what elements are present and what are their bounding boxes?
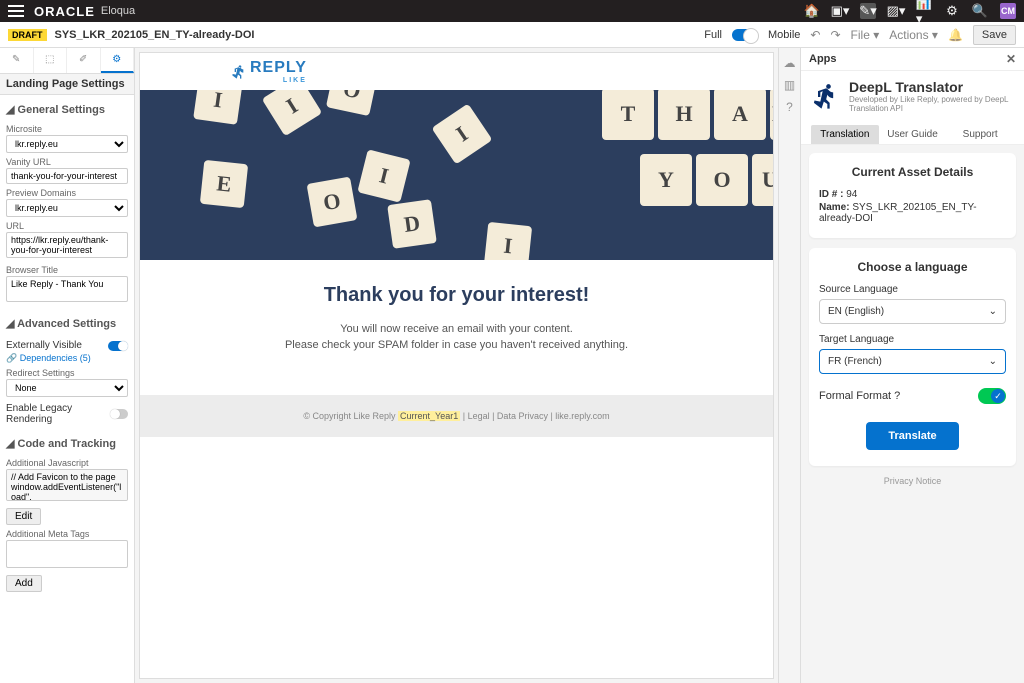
choose-language-title: Choose a language <box>819 260 1006 274</box>
redo-icon[interactable]: ↷ <box>830 28 840 42</box>
full-label: Full <box>704 29 722 41</box>
apps-panel: Apps ✕ DeepL Translator Developed by Lik… <box>800 48 1024 683</box>
panel-title: Landing Page Settings <box>0 74 134 95</box>
tab-user-guide[interactable]: User Guide <box>879 125 947 144</box>
source-language-label: Source Language <box>819 284 1006 295</box>
redirect-select[interactable]: None <box>6 379 128 397</box>
privacy-link[interactable]: Privacy Notice <box>809 476 1016 486</box>
advanced-settings-head[interactable]: ◢ Advanced Settings <box>6 313 128 334</box>
formal-toggle[interactable] <box>978 388 1006 404</box>
top-bar: ORACLE Eloqua 🏠 ▣▾ ✎▾ ▨▾ 📊▾ ⚙ 🔍 CM <box>0 0 1024 22</box>
addjs-label: Additional Javascript <box>6 458 128 468</box>
legacy-toggle[interactable] <box>110 409 128 419</box>
addjs-textarea[interactable]: // Add Favicon to the page window.addEve… <box>6 469 128 501</box>
draft-badge: DRAFT <box>8 29 47 41</box>
menu-icon[interactable] <box>8 5 24 17</box>
asset-details-title: Current Asset Details <box>819 165 1006 179</box>
app-title: DeepL Translator <box>849 79 1014 95</box>
microsite-select[interactable]: lkr.reply.eu <box>6 135 128 153</box>
meta-label: Additional Meta Tags <box>6 529 128 539</box>
translate-button[interactable]: Translate <box>866 422 958 450</box>
general-settings-head[interactable]: ◢ General Settings <box>6 99 128 120</box>
preview-select[interactable]: lkr.reply.eu <box>6 199 128 217</box>
externally-visible-label: Externally Visible <box>6 340 82 351</box>
actions-menu[interactable]: Actions ▾ <box>889 28 938 42</box>
apps-panel-title: Apps <box>809 53 837 65</box>
stats-icon[interactable]: ▥ <box>783 78 797 92</box>
tab-translation[interactable]: Translation <box>811 125 879 144</box>
source-language-select[interactable]: EN (English)⌄ <box>819 299 1006 324</box>
compose-icon[interactable]: ✎▾ <box>860 3 876 19</box>
tab-block-icon[interactable]: ⬚ <box>34 48 68 73</box>
gear-icon[interactable]: ⚙ <box>944 3 960 19</box>
page-canvas: REPLYLIKE I I O E O I D I I T H A N Y O … <box>139 52 774 679</box>
settings-panel: ✎ ⬚ ✐ ⚙ Landing Page Settings ◢ General … <box>0 48 135 683</box>
formal-label: Formal Format ? <box>819 390 900 402</box>
device-toggle[interactable] <box>732 29 758 41</box>
hero-image: I I O E O I D I I T H A N Y O U <box>140 90 773 260</box>
cloud-icon[interactable]: ☁ <box>783 56 797 70</box>
close-icon[interactable]: ✕ <box>1006 52 1016 66</box>
add-button[interactable]: Add <box>6 575 42 592</box>
browser-title-input[interactable]: Like Reply - Thank You <box>6 276 128 302</box>
help-icon[interactable]: ? <box>783 100 797 114</box>
redirect-label: Redirect Settings <box>6 368 128 378</box>
undo-icon[interactable]: ↶ <box>810 28 820 42</box>
page-p2: Please check your SPAM folder in case yo… <box>152 339 761 351</box>
page-headline: Thank you for your interest! <box>152 284 761 307</box>
bell-icon[interactable]: 🔔 <box>948 28 963 42</box>
preview-label: Preview Domains <box>6 188 128 198</box>
microsite-label: Microsite <box>6 124 128 134</box>
logo: REPLYLIKE <box>140 53 773 90</box>
browser-title-label: Browser Title <box>6 265 128 275</box>
mobile-label: Mobile <box>768 29 800 41</box>
runner-icon <box>230 64 246 80</box>
grid-icon[interactable]: ▣▾ <box>832 3 848 19</box>
chevron-down-icon: ⌄ <box>989 356 997 367</box>
meta-textarea[interactable] <box>6 540 128 568</box>
save-button[interactable]: Save <box>973 25 1016 45</box>
image-icon[interactable]: ▨▾ <box>888 3 904 19</box>
page-footer: © Copyright Like Reply Current_Year1 | L… <box>140 395 773 437</box>
externally-visible-toggle[interactable] <box>108 341 128 351</box>
edit-button[interactable]: Edit <box>6 508 41 525</box>
page-p1: You will now receive an email with your … <box>152 323 761 335</box>
vanity-input[interactable] <box>6 168 128 184</box>
dock-strip: ☁ ▥ ? <box>778 48 800 683</box>
url-label: URL <box>6 221 128 231</box>
legacy-label: Enable Legacy Rendering <box>6 403 110 425</box>
avatar[interactable]: CM <box>1000 3 1016 19</box>
brand-label: ORACLE <box>34 4 95 19</box>
target-language-select[interactable]: FR (French)⌄ <box>819 349 1006 374</box>
home-icon[interactable]: 🏠 <box>804 3 820 19</box>
dependencies-link[interactable]: 🔗 Dependencies (5) <box>6 353 128 364</box>
search-icon[interactable]: 🔍 <box>972 3 988 19</box>
app-subtitle: Developed by Like Reply, powered by Deep… <box>849 95 1014 113</box>
chevron-down-icon: ⌄ <box>989 306 997 317</box>
tab-style-icon[interactable]: ✎ <box>0 48 34 73</box>
vanity-label: Vanity URL <box>6 157 128 167</box>
tab-support[interactable]: Support <box>946 125 1014 144</box>
app-logo-icon <box>811 79 839 115</box>
url-field[interactable]: https://lkr.reply.eu/thank-you-for-your-… <box>6 232 128 258</box>
file-menu[interactable]: File ▾ <box>851 28 880 42</box>
chart-icon[interactable]: 📊▾ <box>916 3 932 19</box>
product-label: Eloqua <box>101 5 135 17</box>
target-language-label: Target Language <box>819 334 1006 345</box>
tab-code-icon[interactable]: ✐ <box>67 48 101 73</box>
asset-name: SYS_LKR_202105_EN_TY-already-DOI <box>55 29 705 41</box>
asset-bar: DRAFT SYS_LKR_202105_EN_TY-already-DOI F… <box>0 22 1024 48</box>
tab-settings-icon[interactable]: ⚙ <box>101 48 135 73</box>
asset-id: 94 <box>846 189 857 200</box>
code-tracking-head[interactable]: ◢ Code and Tracking <box>6 433 128 454</box>
